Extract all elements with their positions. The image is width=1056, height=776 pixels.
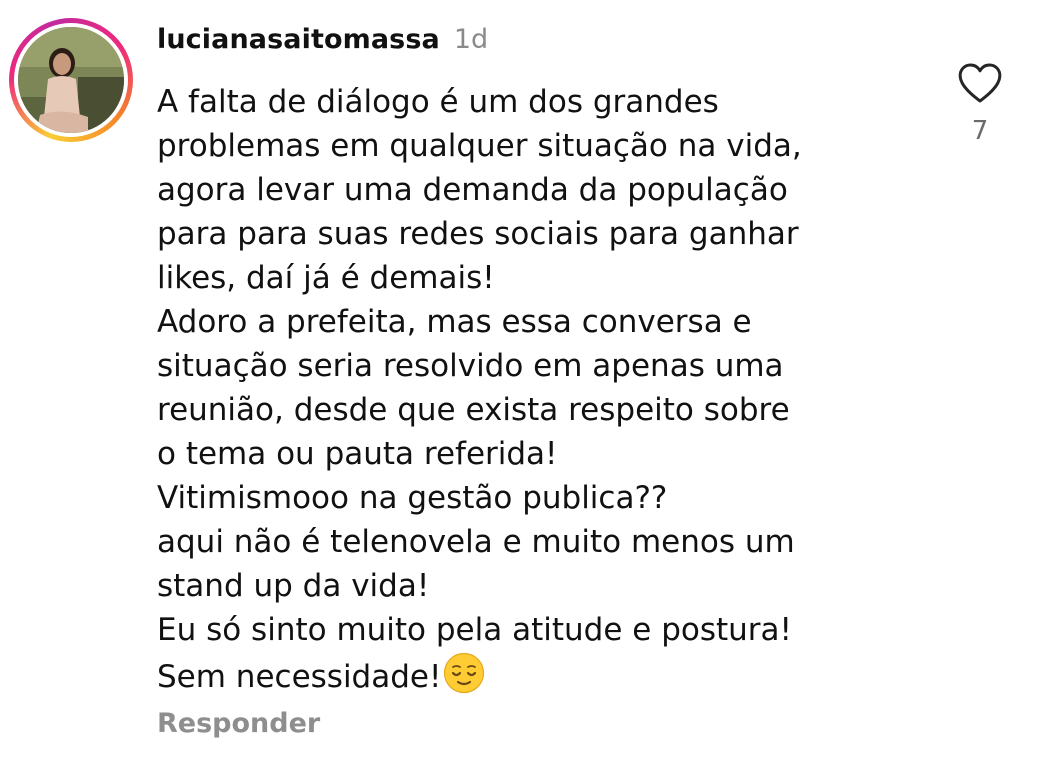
comment-line: likes, daí já é demais! [157,260,495,296]
comment-line: problemas em qualquer situação na vida, [157,128,802,164]
comment-line: A falta de diálogo é um dos grandes [157,84,719,120]
avatar-story-ring[interactable] [9,18,133,142]
comment-line-last: Sem necessidade! [157,652,917,699]
comment-line: aqui não é telenovela e muito menos um [157,524,795,560]
timestamp: 1d [453,24,489,55]
heart-outline-icon[interactable] [957,62,1003,104]
comment-header: lucianasaitomassa 1d [157,24,488,64]
comment-line: para para suas redes sociais para ganhar [157,216,799,252]
comment-line: situação seria resolvido em apenas uma [157,348,784,384]
comment-text: A falta de diálogo é um dos grandes prob… [157,80,917,699]
reply-button[interactable]: Responder [157,708,320,739]
comment-line: reunião, desde que exista respeito sobre [157,392,790,428]
like-count: 7 [971,116,989,146]
like-area: 7 [950,62,1010,146]
comment-line: Adoro a prefeita, mas essa conversa e [157,304,752,340]
comment-line-last-text: Sem necessidade! [157,659,442,695]
comment-line: stand up da vida! [157,568,430,604]
comment-line: Eu só sinto muito pela atitude e postura… [157,612,792,648]
comment-line: o tema ou pauta referida! [157,436,558,472]
avatar-photo-image [18,27,124,133]
avatar[interactable] [18,27,124,133]
relieved-face-emoji-icon [444,652,485,694]
username[interactable]: lucianasaitomassa [157,24,440,55]
comment-line: Vitimismooo na gestão publica?? [157,480,668,516]
comment-line: agora levar uma demanda da população [157,172,788,208]
